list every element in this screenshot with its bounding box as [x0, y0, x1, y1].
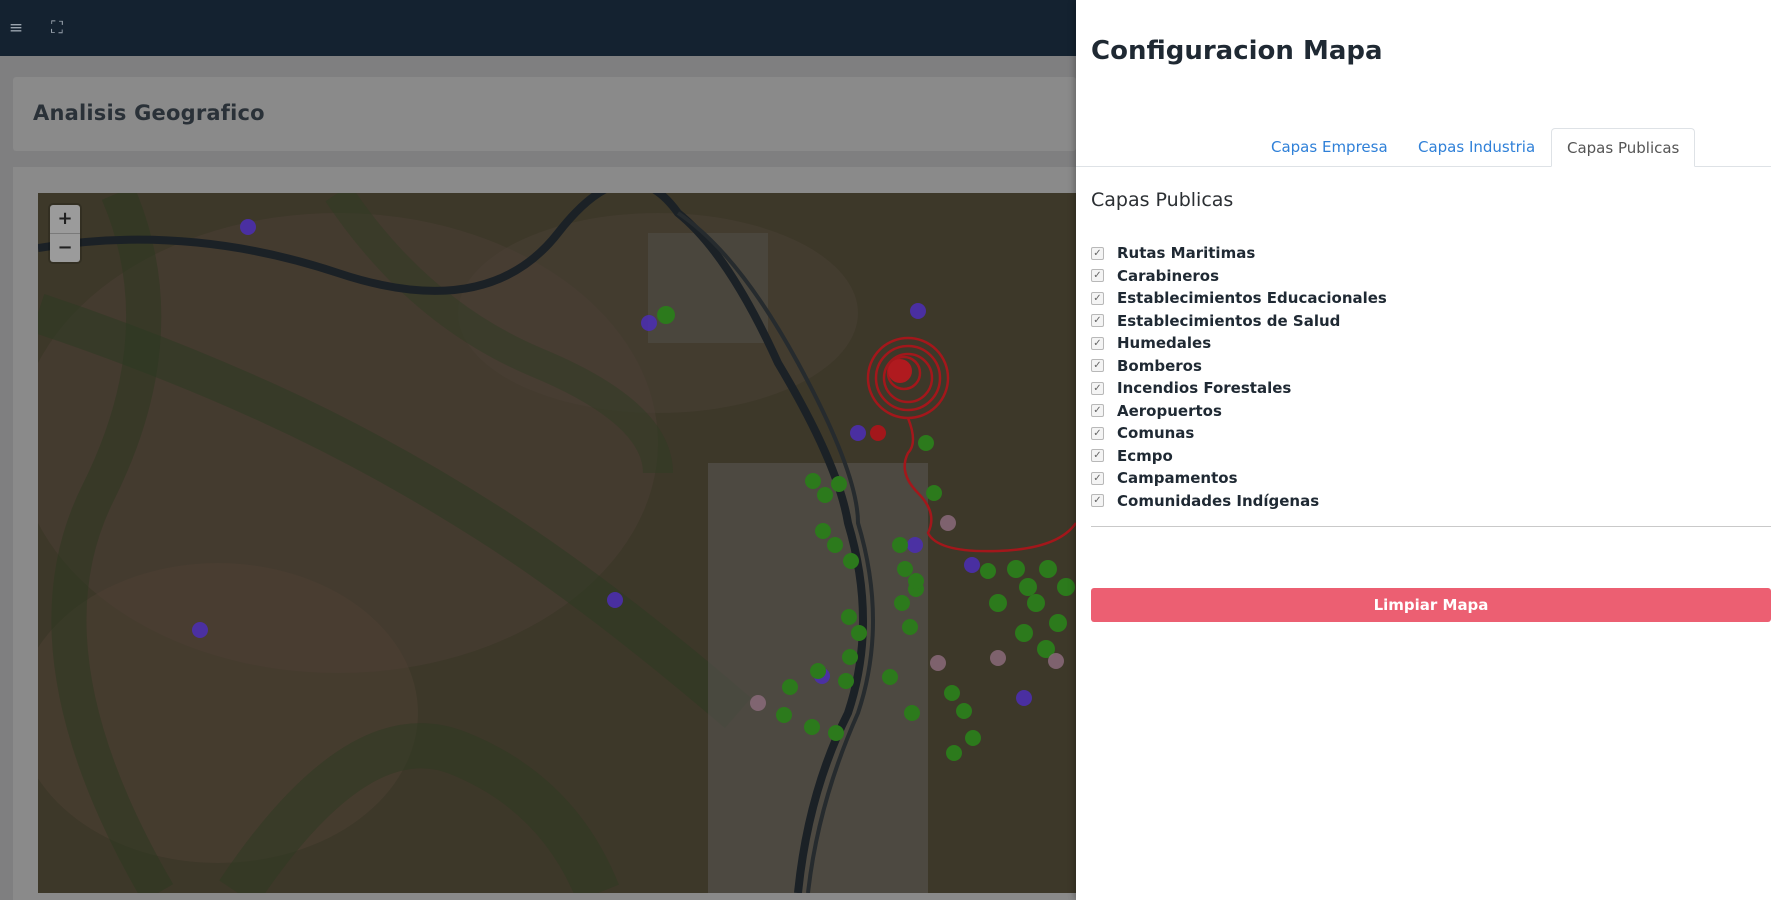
layer-item[interactable]: ✓ Establecimientos de Salud: [1091, 310, 1387, 333]
layer-label: Rutas Maritimas: [1117, 244, 1256, 263]
top-navbar: ≡ ⛶: [0, 0, 1076, 56]
hamburger-menu-icon[interactable]: ≡: [5, 17, 27, 39]
panel-title: Configuracion Mapa: [1091, 36, 1383, 66]
layer-item[interactable]: ✓ Ecmpo: [1091, 445, 1387, 468]
layer-label: Comunas: [1117, 424, 1195, 443]
layer-item[interactable]: ✓ Carabineros: [1091, 265, 1387, 288]
satellite-map[interactable]: [38, 193, 1076, 893]
layer-item[interactable]: ✓ Bomberos: [1091, 355, 1387, 378]
checkbox[interactable]: ✓: [1091, 359, 1104, 373]
layer-item[interactable]: ✓ Comunas: [1091, 422, 1387, 445]
layer-list: ✓ Rutas Maritimas ✓ Carabineros ✓ Estableci…: [1091, 242, 1387, 512]
section-title: Capas Publicas: [1091, 189, 1234, 211]
tab-capas-industria[interactable]: Capas Industria: [1403, 128, 1550, 166]
layer-label: Incendios Forestales: [1117, 379, 1292, 398]
divider: [1091, 526, 1771, 527]
layer-label: Aeropuertos: [1117, 401, 1222, 420]
layer-label: Establecimientos Educacionales: [1117, 289, 1387, 308]
map-canvas[interactable]: [38, 193, 1076, 893]
zoom-control: + −: [50, 205, 80, 262]
checkbox[interactable]: ✓: [1091, 246, 1104, 260]
tab-capas-empresa[interactable]: Capas Empresa: [1256, 128, 1403, 166]
layer-label: Campamentos: [1117, 469, 1238, 488]
layer-label: Establecimientos de Salud: [1117, 311, 1341, 330]
layer-item[interactable]: ✓ Incendios Forestales: [1091, 377, 1387, 400]
layer-item[interactable]: ✓ Establecimientos Educacionales: [1091, 287, 1387, 310]
layer-label: Bomberos: [1117, 356, 1202, 375]
layer-label: Humedales: [1117, 334, 1212, 353]
page-title: Analisis Geografico: [33, 101, 265, 125]
checkbox[interactable]: ✓: [1091, 404, 1104, 418]
fullscreen-icon[interactable]: ⛶: [46, 17, 68, 39]
layer-label: Carabineros: [1117, 266, 1220, 285]
layer-item[interactable]: ✓ Aeropuertos: [1091, 400, 1387, 423]
clear-map-button[interactable]: Limpiar Mapa: [1091, 588, 1771, 622]
checkbox[interactable]: ✓: [1091, 336, 1104, 350]
layer-label: Ecmpo: [1117, 446, 1173, 465]
checkbox[interactable]: ✓: [1091, 381, 1104, 395]
checkbox[interactable]: ✓: [1091, 291, 1104, 305]
layer-item[interactable]: ✓ Campamentos: [1091, 467, 1387, 490]
checkbox[interactable]: ✓: [1091, 314, 1104, 328]
layer-item[interactable]: ✓ Comunidades Indígenas: [1091, 490, 1387, 513]
map-config-panel: Configuracion Mapa Capas Empresa Capas I…: [1076, 0, 1771, 900]
tab-capas-publicas[interactable]: Capas Publicas: [1551, 128, 1696, 167]
checkbox[interactable]: ✓: [1091, 426, 1104, 440]
zoom-in-button[interactable]: +: [50, 205, 80, 234]
checkbox[interactable]: ✓: [1091, 449, 1104, 463]
checkbox[interactable]: ✓: [1091, 494, 1104, 508]
layer-item[interactable]: ✓ Humedales: [1091, 332, 1387, 355]
checkbox[interactable]: ✓: [1091, 471, 1104, 485]
layer-label: Comunidades Indígenas: [1117, 491, 1320, 510]
layer-item[interactable]: ✓ Rutas Maritimas: [1091, 242, 1387, 265]
checkbox[interactable]: ✓: [1091, 269, 1104, 283]
layer-tabs: Capas Empresa Capas Industria Capas Publ…: [1076, 128, 1771, 167]
zoom-out-button[interactable]: −: [50, 234, 80, 262]
